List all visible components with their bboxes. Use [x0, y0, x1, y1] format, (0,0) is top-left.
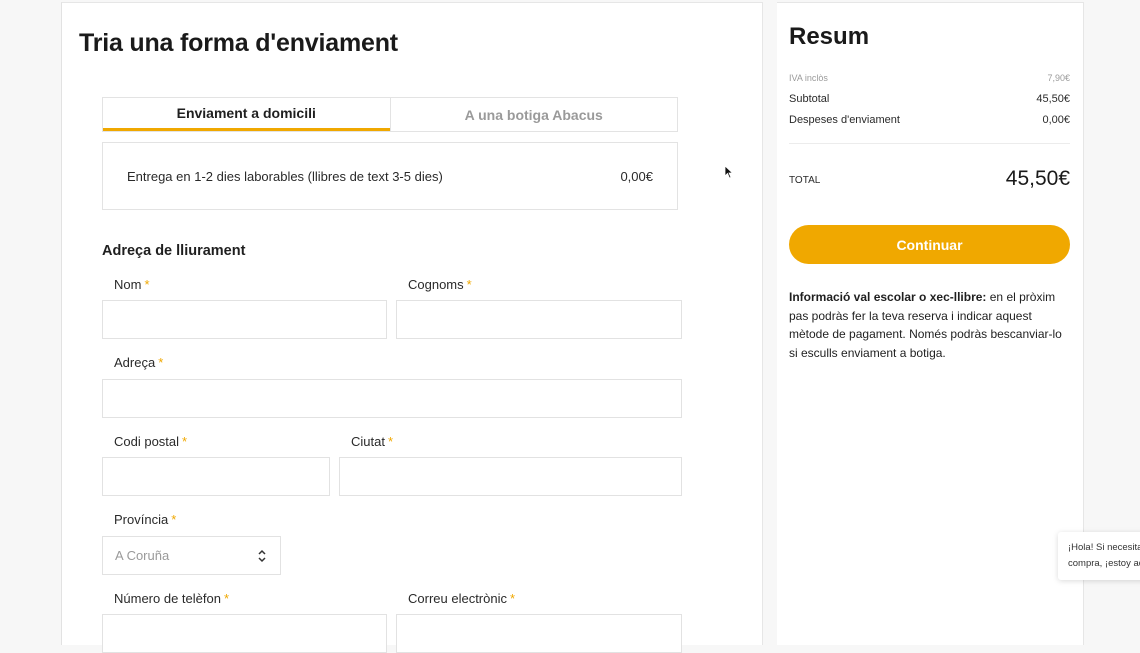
required-marker: * [171, 512, 177, 527]
summary-divider [789, 143, 1070, 144]
page-title: Tria una forma d'enviament [79, 29, 398, 57]
summary-panel: Resum IVA inclòs 7,90€ Subtotal 45,50€ D… [777, 2, 1084, 645]
required-marker: * [158, 355, 164, 370]
shipping-option-label: Entrega en 1-2 dies laborables (llibres … [127, 168, 443, 184]
telefon-label: Número de telèfon * [114, 591, 229, 606]
required-marker: * [182, 434, 188, 449]
codi-postal-label: Codi postal * [114, 434, 187, 449]
correu-label-text: Correu electrònic [408, 591, 507, 606]
iva-value: 7,90€ [1047, 73, 1070, 83]
required-marker: * [387, 434, 394, 449]
chat-line-1: ¡Hola! Si necesitas [1068, 542, 1140, 553]
shipping-option[interactable]: Entrega en 1-2 dies laborables (llibres … [102, 142, 678, 210]
shipping-cost-value: 0,00€ [1042, 114, 1070, 126]
up-down-arrows-icon [258, 549, 266, 563]
tab-store-pickup[interactable]: A una botiga Abacus [389, 98, 678, 131]
telefon-label-text: Número de telèfon [114, 591, 221, 606]
ciutat-input[interactable] [339, 457, 682, 496]
cognoms-label-text: Cognoms [408, 277, 464, 292]
subtotal-label: Subtotal [789, 93, 830, 105]
provincia-selected-value: A Coruña [115, 548, 170, 563]
subtotal-value: 45,50€ [1036, 93, 1070, 105]
codi-postal-input[interactable] [102, 457, 330, 496]
ciutat-label: Ciutat * [351, 434, 393, 449]
total-value: 45,50€ [1005, 167, 1070, 190]
provincia-select[interactable]: A Coruña [102, 536, 281, 575]
provincia-label-text: Província [114, 512, 169, 527]
correu-input[interactable] [396, 614, 682, 653]
adreca-label: Adreça * [114, 355, 163, 370]
address-section-title: Adreça de lliurament [102, 243, 246, 259]
nom-input[interactable] [102, 300, 387, 339]
adreca-input[interactable] [102, 379, 682, 418]
codi-postal-label-text: Codi postal [114, 434, 180, 449]
iva-label: IVA inclòs [789, 73, 828, 83]
required-marker: * [223, 591, 230, 606]
cognoms-label: Cognoms * [408, 277, 472, 292]
cognoms-input[interactable] [396, 300, 682, 339]
correu-label: Correu electrònic * [408, 591, 515, 606]
adreca-label-text: Adreça [114, 355, 156, 370]
voucher-info-title: Informació val escolar o xec-llibre: [789, 290, 987, 304]
total-label: TOTAL [789, 175, 821, 186]
nom-label: Nom * [114, 277, 150, 292]
summary-title: Resum [789, 23, 870, 50]
telefon-input[interactable] [102, 614, 387, 653]
chat-bubble[interactable]: ¡Hola! Si necesitas compra, ¡estoy aquí [1058, 532, 1140, 580]
chat-line-2: compra, ¡estoy aquí [1068, 558, 1140, 569]
subtotal-row: Subtotal 45,50€ [789, 93, 1070, 105]
provincia-label: Província * [114, 512, 176, 527]
required-marker: * [466, 277, 472, 292]
continue-button[interactable]: Continuar [789, 225, 1070, 264]
shipping-cost-label: Despeses d'enviament [789, 114, 900, 126]
ciutat-label-text: Ciutat [351, 434, 385, 449]
shipping-tabs: Enviament a domicili A una botiga Abacus [102, 97, 678, 132]
voucher-info: Informació val escolar o xec-llibre: en … [789, 288, 1070, 362]
iva-row: IVA inclòs 7,90€ [789, 73, 1070, 83]
nom-label-text: Nom [114, 277, 142, 292]
tab-home-delivery[interactable]: Enviament a domicili [103, 98, 390, 131]
shipping-cost-row: Despeses d'enviament 0,00€ [789, 114, 1070, 126]
required-marker: * [144, 277, 150, 292]
shipping-panel: Tria una forma d'enviament Enviament a d… [61, 2, 763, 653]
mouse-pointer-icon [724, 165, 734, 179]
shipping-option-price: 0,00€ [620, 168, 653, 184]
required-marker: * [510, 591, 516, 606]
